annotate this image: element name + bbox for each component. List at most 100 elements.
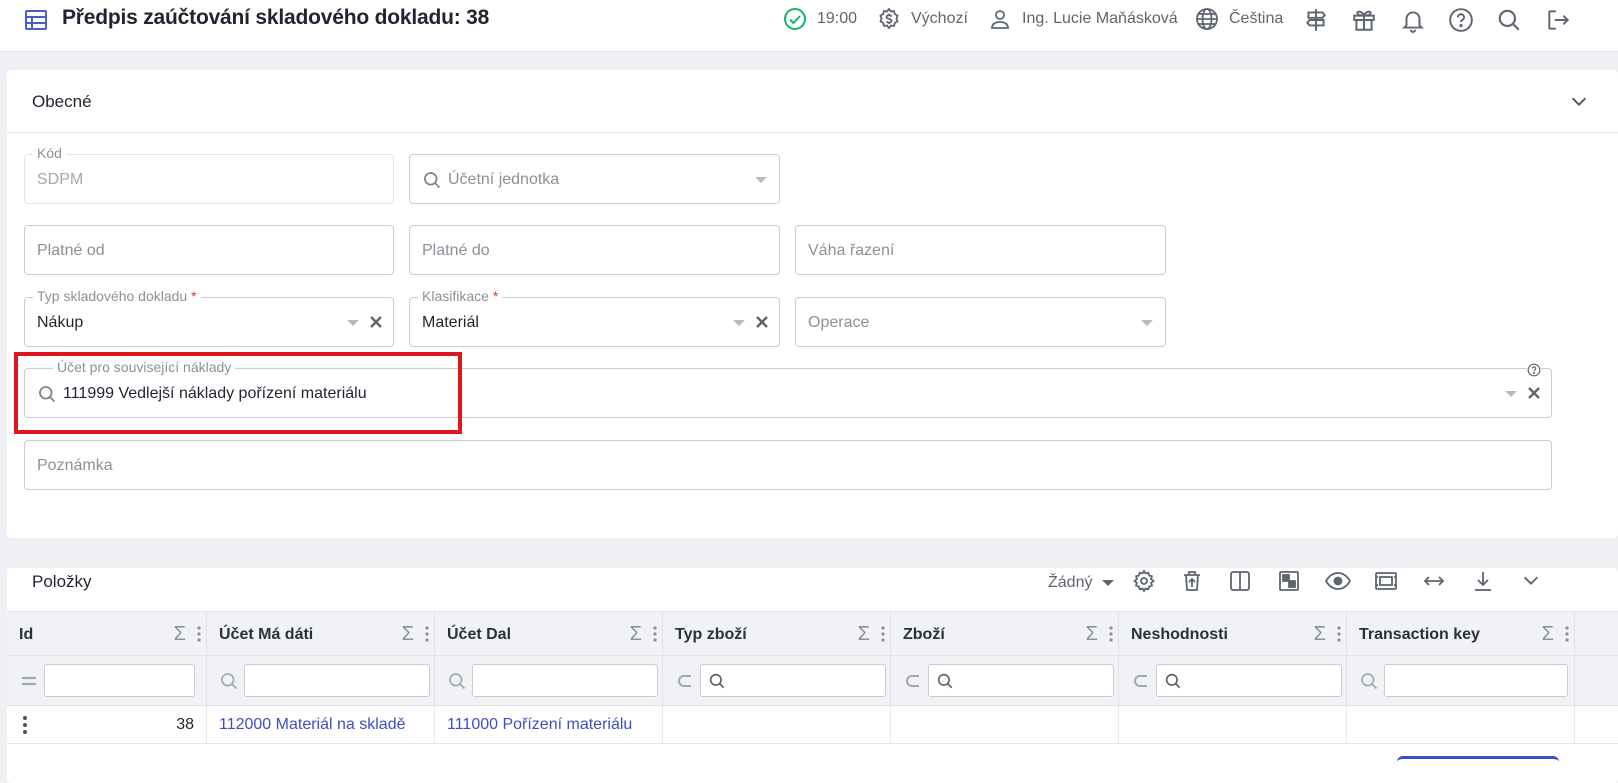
platne-do-placeholder: Platné do	[422, 242, 490, 259]
klasifikace-select[interactable]: Klasifikace * Materiál	[409, 288, 780, 347]
grouping-value: Žádný	[1048, 573, 1093, 591]
chevron-down-icon[interactable]	[1520, 569, 1544, 593]
check-circle-icon	[783, 7, 817, 31]
ucetni-jednotka-placeholder: Účetní jednotka	[448, 171, 560, 188]
search-icon[interactable]	[1496, 7, 1522, 33]
sum-icon[interactable]: Σ	[174, 623, 186, 646]
action-button-edge[interactable]	[1397, 756, 1559, 766]
column-header-ucet-ma-dati[interactable]: Účet Má dáti Σ	[207, 612, 435, 657]
ucet-ma-dati-link[interactable]: 112000 Materiál na skladě	[219, 716, 406, 734]
search-icon[interactable]	[447, 671, 467, 691]
column-label: Účet Má dáti	[219, 626, 314, 643]
column-label: Typ zboží	[675, 626, 747, 643]
download-icon[interactable]	[1471, 569, 1495, 593]
eye-icon[interactable]	[1325, 569, 1351, 593]
logout-icon[interactable]	[1545, 7, 1571, 33]
filter-cell-id	[7, 656, 207, 706]
trash-restore-icon[interactable]	[1180, 569, 1204, 593]
column-label: Účet Dal	[447, 626, 512, 643]
column-menu-icon[interactable]	[197, 625, 201, 643]
currency-profile[interactable]: Výchozí	[877, 7, 968, 31]
column-header-typ-zbozi[interactable]: Typ zboží Σ	[663, 612, 891, 657]
clear-icon[interactable]	[368, 314, 384, 330]
ucet-dal-link[interactable]: 111000 Pořízení materiálu	[447, 716, 632, 734]
filter-input-zbozi[interactable]	[928, 664, 1114, 697]
ucetni-jednotka-select[interactable]: Účetní jednotka	[409, 154, 780, 204]
grouping-select[interactable]: Žádný	[1048, 551, 1115, 614]
general-section-title: Obecné	[32, 92, 92, 111]
platne-do-field[interactable]: Platné do	[409, 225, 780, 275]
bell-icon[interactable]	[1400, 7, 1426, 33]
column-label: Transaction key	[1359, 626, 1480, 643]
column-menu-icon[interactable]	[425, 625, 429, 643]
sum-icon[interactable]: Σ	[1314, 623, 1326, 646]
column-menu-icon[interactable]	[1109, 625, 1113, 643]
clear-icon[interactable]	[1526, 385, 1542, 401]
column-menu-icon[interactable]	[653, 625, 657, 643]
operace-select[interactable]: Operace	[795, 297, 1166, 347]
column-header-neshodnosti[interactable]: Neshodnosti Σ	[1119, 612, 1347, 657]
subset-icon[interactable]	[675, 671, 695, 691]
help-icon[interactable]	[1448, 7, 1474, 33]
search-icon	[422, 170, 442, 190]
filter-input-ucet-ma-dati[interactable]	[244, 664, 430, 697]
cell-ucet-dal: 111000 Pořízení materiálu	[435, 706, 663, 744]
dropdown-caret-icon	[1505, 391, 1517, 397]
help-circle-icon[interactable]	[1527, 363, 1541, 377]
search-icon[interactable]	[219, 671, 239, 691]
column-menu-icon[interactable]	[1565, 625, 1569, 643]
fit-screen-icon[interactable]	[1374, 569, 1398, 593]
cell-transaction-key	[1347, 706, 1575, 744]
expand-width-icon[interactable]	[1422, 569, 1446, 593]
dropdown-caret-icon	[1141, 320, 1153, 326]
filter-input-id[interactable]	[44, 664, 195, 697]
column-header-ucet-dal[interactable]: Účet Dal Σ	[435, 612, 663, 657]
globe-icon	[1195, 7, 1229, 31]
filter-input-transaction-key[interactable]	[1384, 664, 1568, 697]
sum-icon[interactable]: Σ	[402, 623, 414, 646]
sum-icon[interactable]: Σ	[1542, 623, 1554, 646]
subset-icon[interactable]	[1131, 671, 1151, 691]
filter-cell-neshodnosti	[1119, 656, 1347, 706]
filter-input-neshodnosti[interactable]	[1156, 664, 1342, 697]
column-header-zbozi[interactable]: Zboží Σ	[891, 612, 1119, 657]
general-section-header[interactable]: Obecné	[7, 70, 1618, 133]
poznamka-field[interactable]: Poznámka	[24, 440, 1552, 490]
settings-icon[interactable]	[1132, 569, 1156, 593]
equals-icon[interactable]	[19, 671, 39, 691]
vaha-razeni-placeholder: Váha řazení	[808, 242, 895, 259]
subset-icon[interactable]	[903, 671, 923, 691]
table-header: Id Σ Účet Má dáti Σ Účet Dal Σ Typ zboží…	[7, 611, 1618, 657]
page-title: Předpis zaúčtování skladového dokladu: 3…	[62, 6, 490, 29]
language-menu[interactable]: Čeština	[1195, 7, 1283, 31]
filter-input-ucet-dal[interactable]	[472, 664, 658, 697]
columns-icon[interactable]	[1228, 569, 1252, 593]
search-icon	[708, 672, 726, 690]
sum-icon[interactable]: Σ	[858, 623, 870, 646]
clear-icon[interactable]	[754, 314, 770, 330]
signpost-icon[interactable]	[1303, 7, 1329, 33]
column-header-id[interactable]: Id Σ	[7, 612, 207, 657]
column-header-transaction-key[interactable]: Transaction key Σ	[1347, 612, 1575, 657]
layout-icon[interactable]	[1277, 569, 1301, 593]
user-menu[interactable]: Ing. Lucie Maňásková	[988, 7, 1178, 31]
typ-dokladu-value: Nákup	[37, 314, 84, 331]
column-label: Zboží	[903, 626, 945, 643]
clock-status[interactable]: 19:00	[783, 7, 857, 31]
currency-profile-label: Výchozí	[911, 10, 968, 27]
gift-icon[interactable]	[1351, 7, 1377, 33]
column-menu-icon[interactable]	[1337, 625, 1341, 643]
table-row[interactable]: 38 112000 Materiál na skladě 111000 Poří…	[7, 706, 1618, 744]
sum-icon[interactable]: Σ	[630, 623, 642, 646]
column-menu-icon[interactable]	[881, 625, 885, 643]
sum-icon[interactable]: Σ	[1086, 623, 1098, 646]
row-menu-icon[interactable]	[23, 715, 27, 735]
platne-od-field[interactable]: Platné od	[24, 225, 394, 275]
search-icon[interactable]	[1359, 671, 1379, 691]
ucet-naklady-select[interactable]: Účet pro související náklady 111999 Vedl…	[24, 359, 1552, 418]
typ-dokladu-select[interactable]: Typ skladového dokladu * Nákup	[24, 288, 394, 347]
dollar-gear-icon	[877, 7, 911, 31]
chevron-down-icon[interactable]	[1568, 90, 1590, 112]
vaha-razeni-field[interactable]: Váha řazení	[795, 225, 1166, 275]
filter-input-typ-zbozi[interactable]	[700, 664, 886, 697]
